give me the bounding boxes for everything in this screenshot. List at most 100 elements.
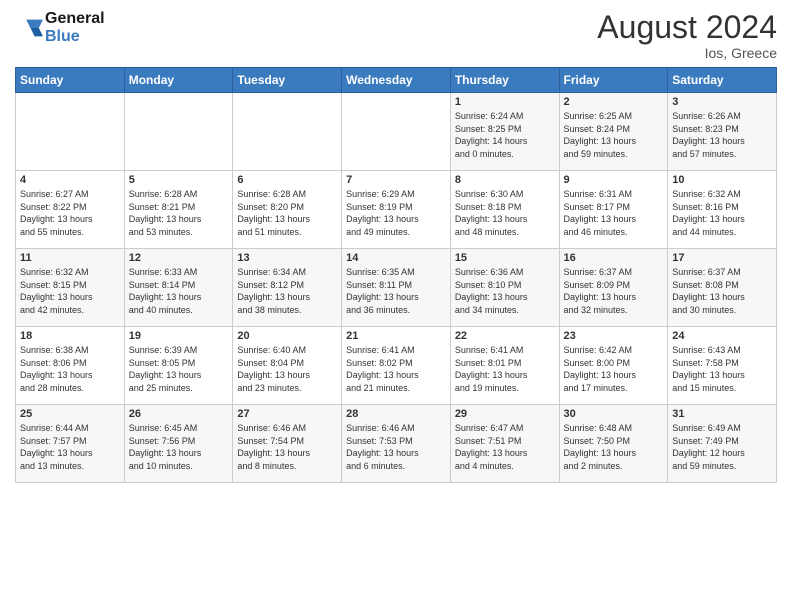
calendar-cell: 17 Sunrise: 6:37 AM Sunset: 8:08 PM Dayli… [668, 249, 777, 327]
day-number: 26 [129, 408, 229, 420]
calendar-cell: 1 Sunrise: 6:24 AM Sunset: 8:25 PM Daylig… [450, 93, 559, 171]
calendar-cell: 20Sunrise: 6:40 AM Sunset: 8:04 PM Dayli… [233, 327, 342, 405]
page-header: General Blue August 2024 Ios, Greece [15, 10, 777, 61]
calendar-cell: 31 Sunrise: 6:49 AM Sunset: 7:49 PM Dayli… [668, 405, 777, 483]
day-number: 9 [564, 174, 664, 186]
calendar-week-row: 11 Sunrise: 6:32 AM Sunset: 8:15 PM Dayli… [16, 249, 777, 327]
calendar-cell: 8Sunrise: 6:30 AM Sunset: 8:18 PM Daylig… [450, 171, 559, 249]
day-number: 7 [346, 174, 446, 186]
day-info: Sunrise: 6:37 AM Sunset: 8:08 PM Dayligh… [672, 266, 772, 316]
day-info: Sunrise: 6:37 AM Sunset: 8:09 PM Dayligh… [564, 266, 664, 316]
calendar-cell: 14 Sunrise: 6:35 AM Sunset: 8:11 PM Dayli… [342, 249, 451, 327]
calendar-cell [16, 93, 125, 171]
day-info: Sunrise: 6:38 AM Sunset: 8:06 PM Dayligh… [20, 344, 120, 394]
calendar-cell: 23Sunrise: 6:42 AM Sunset: 8:00 PM Dayli… [559, 327, 668, 405]
day-number: 15 [455, 252, 555, 264]
day-number: 5 [129, 174, 229, 186]
day-number: 28 [346, 408, 446, 420]
day-of-week-header: Monday [124, 68, 233, 93]
logo-text: General Blue [45, 10, 105, 45]
day-info: Sunrise: 6:39 AM Sunset: 8:05 PM Dayligh… [129, 344, 229, 394]
calendar-cell: 25Sunrise: 6:44 AM Sunset: 7:57 PM Dayli… [16, 405, 125, 483]
day-info: Sunrise: 6:49 AM Sunset: 7:49 PM Dayligh… [672, 422, 772, 472]
day-number: 25 [20, 408, 120, 420]
calendar-cell [342, 93, 451, 171]
day-number: 19 [129, 330, 229, 342]
day-number: 24 [672, 330, 772, 342]
calendar-cell: 26 Sunrise: 6:45 AM Sunset: 7:56 PM Dayli… [124, 405, 233, 483]
day-number: 27 [237, 408, 337, 420]
day-info: Sunrise: 6:33 AM Sunset: 8:14 PM Dayligh… [129, 266, 229, 316]
logo: General Blue [15, 10, 105, 45]
day-info: Sunrise: 6:40 AM Sunset: 8:04 PM Dayligh… [237, 344, 337, 394]
calendar-cell: 19 Sunrise: 6:39 AM Sunset: 8:05 PM Dayli… [124, 327, 233, 405]
logo-blue: Blue [45, 28, 80, 45]
day-number: 13 [237, 252, 337, 264]
logo-general: General [45, 10, 105, 27]
day-number: 18 [20, 330, 120, 342]
day-of-week-header: Friday [559, 68, 668, 93]
calendar-cell: 18 Sunrise: 6:38 AM Sunset: 8:06 PM Dayli… [16, 327, 125, 405]
month-year-title: August 2024 [597, 10, 777, 45]
day-number: 10 [672, 174, 772, 186]
day-info: Sunrise: 6:30 AM Sunset: 8:18 PM Dayligh… [455, 188, 555, 238]
day-info: Sunrise: 6:43 AM Sunset: 7:58 PM Dayligh… [672, 344, 772, 394]
calendar-cell: 16 Sunrise: 6:37 AM Sunset: 8:09 PM Dayli… [559, 249, 668, 327]
calendar-cell: 6 Sunrise: 6:28 AM Sunset: 8:20 PM Daylig… [233, 171, 342, 249]
day-number: 16 [564, 252, 664, 264]
calendar-cell: 11 Sunrise: 6:32 AM Sunset: 8:15 PM Dayli… [16, 249, 125, 327]
day-info: Sunrise: 6:24 AM Sunset: 8:25 PM Dayligh… [455, 110, 555, 160]
day-info: Sunrise: 6:46 AM Sunset: 7:53 PM Dayligh… [346, 422, 446, 472]
day-info: Sunrise: 6:27 AM Sunset: 8:22 PM Dayligh… [20, 188, 120, 238]
calendar-cell: 15Sunrise: 6:36 AM Sunset: 8:10 PM Dayli… [450, 249, 559, 327]
day-info: Sunrise: 6:41 AM Sunset: 8:01 PM Dayligh… [455, 344, 555, 394]
calendar-week-row: 4 Sunrise: 6:27 AM Sunset: 8:22 PM Daylig… [16, 171, 777, 249]
calendar-cell [124, 93, 233, 171]
day-info: Sunrise: 6:42 AM Sunset: 8:00 PM Dayligh… [564, 344, 664, 394]
calendar-cell: 2 Sunrise: 6:25 AM Sunset: 8:24 PM Daylig… [559, 93, 668, 171]
day-number: 17 [672, 252, 772, 264]
day-number: 31 [672, 408, 772, 420]
calendar-week-row: 25Sunrise: 6:44 AM Sunset: 7:57 PM Dayli… [16, 405, 777, 483]
day-number: 2 [564, 96, 664, 108]
day-info: Sunrise: 6:46 AM Sunset: 7:54 PM Dayligh… [237, 422, 337, 472]
calendar-week-row: 18 Sunrise: 6:38 AM Sunset: 8:06 PM Dayli… [16, 327, 777, 405]
day-info: Sunrise: 6:32 AM Sunset: 8:16 PM Dayligh… [672, 188, 772, 238]
day-info: Sunrise: 6:25 AM Sunset: 8:24 PM Dayligh… [564, 110, 664, 160]
day-number: 11 [20, 252, 120, 264]
calendar-cell: 30 Sunrise: 6:48 AM Sunset: 7:50 PM Dayli… [559, 405, 668, 483]
day-number: 1 [455, 96, 555, 108]
day-info: Sunrise: 6:32 AM Sunset: 8:15 PM Dayligh… [20, 266, 120, 316]
calendar-cell: 10 Sunrise: 6:32 AM Sunset: 8:16 PM Dayli… [668, 171, 777, 249]
day-number: 21 [346, 330, 446, 342]
calendar-week-row: 1 Sunrise: 6:24 AM Sunset: 8:25 PM Daylig… [16, 93, 777, 171]
day-info: Sunrise: 6:35 AM Sunset: 8:11 PM Dayligh… [346, 266, 446, 316]
calendar-cell: 22Sunrise: 6:41 AM Sunset: 8:01 PM Dayli… [450, 327, 559, 405]
calendar-cell: 27 Sunrise: 6:46 AM Sunset: 7:54 PM Dayli… [233, 405, 342, 483]
day-number: 29 [455, 408, 555, 420]
calendar-cell: 9Sunrise: 6:31 AM Sunset: 8:17 PM Daylig… [559, 171, 668, 249]
calendar-cell: 4 Sunrise: 6:27 AM Sunset: 8:22 PM Daylig… [16, 171, 125, 249]
day-of-week-header: Thursday [450, 68, 559, 93]
calendar-cell: 7Sunrise: 6:29 AM Sunset: 8:19 PM Daylig… [342, 171, 451, 249]
day-info: Sunrise: 6:45 AM Sunset: 7:56 PM Dayligh… [129, 422, 229, 472]
calendar-cell: 24 Sunrise: 6:43 AM Sunset: 7:58 PM Dayli… [668, 327, 777, 405]
day-info: Sunrise: 6:47 AM Sunset: 7:51 PM Dayligh… [455, 422, 555, 472]
day-number: 6 [237, 174, 337, 186]
day-number: 3 [672, 96, 772, 108]
day-of-week-header: Sunday [16, 68, 125, 93]
calendar-cell: 21Sunrise: 6:41 AM Sunset: 8:02 PM Dayli… [342, 327, 451, 405]
day-of-week-header: Tuesday [233, 68, 342, 93]
day-info: Sunrise: 6:28 AM Sunset: 8:20 PM Dayligh… [237, 188, 337, 238]
calendar-cell [233, 93, 342, 171]
calendar-cell: 5Sunrise: 6:28 AM Sunset: 8:21 PM Daylig… [124, 171, 233, 249]
day-number: 4 [20, 174, 120, 186]
day-info: Sunrise: 6:26 AM Sunset: 8:23 PM Dayligh… [672, 110, 772, 160]
day-of-week-header: Saturday [668, 68, 777, 93]
calendar-header-row: SundayMondayTuesdayWednesdayThursdayFrid… [16, 68, 777, 93]
day-number: 14 [346, 252, 446, 264]
location-text: Ios, Greece [597, 45, 777, 61]
day-info: Sunrise: 6:48 AM Sunset: 7:50 PM Dayligh… [564, 422, 664, 472]
day-number: 30 [564, 408, 664, 420]
calendar-cell: 13Sunrise: 6:34 AM Sunset: 8:12 PM Dayli… [233, 249, 342, 327]
